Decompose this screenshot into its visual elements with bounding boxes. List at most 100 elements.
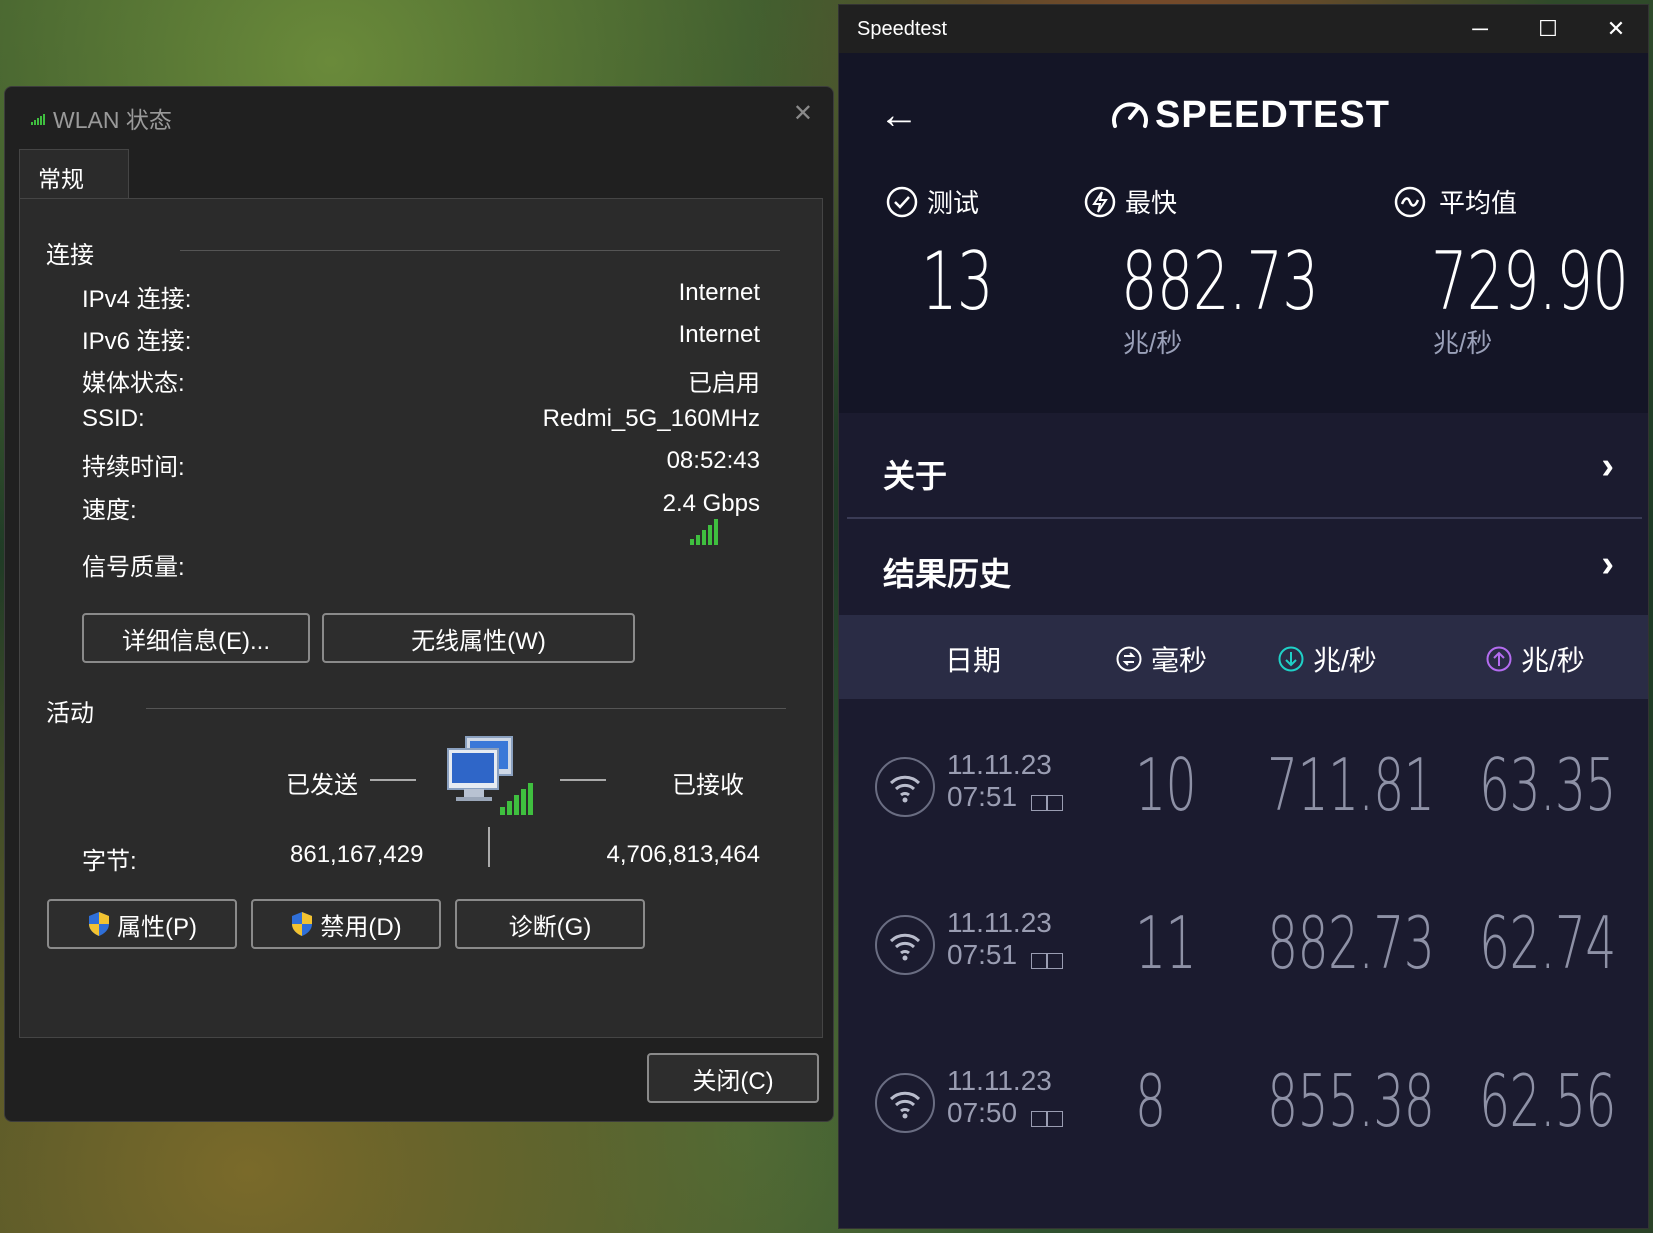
media-state-value: 已启用 xyxy=(688,370,760,397)
wifi-icon xyxy=(875,1073,935,1133)
missing-glyph-box xyxy=(1047,795,1063,811)
received-line xyxy=(560,779,606,781)
uac-shield-icon xyxy=(292,912,313,936)
history-time: 07:51 xyxy=(947,781,1018,812)
missing-glyph-box xyxy=(1031,953,1047,969)
details-button[interactable]: 详细信息(E)... xyxy=(82,613,310,663)
ssid-value: Redmi_5G_160MHz xyxy=(542,405,760,432)
ping-icon xyxy=(1116,646,1142,672)
history-upload: 63.35 xyxy=(1479,743,1616,827)
window-title: Speedtest xyxy=(857,18,948,40)
tab-general[interactable]: 常规 xyxy=(19,149,129,199)
tests-heading: 测试 xyxy=(885,183,979,220)
uac-shield-icon xyxy=(89,912,109,936)
history-row[interactable]: 结果历史 › xyxy=(847,521,1642,617)
disable-button-label: 禁用(D) xyxy=(320,913,402,941)
close-icon[interactable]: ✕ xyxy=(1588,11,1644,47)
history-row-3[interactable]: 11.11.23 07:50 8 855.38 62.56 xyxy=(839,1035,1648,1185)
connection-heading: 连接 xyxy=(46,242,94,269)
bytes-received-value: 4,706,813,464 xyxy=(606,841,760,868)
speed-value: 2.4 Gbps xyxy=(662,490,760,517)
signal-quality-icon xyxy=(690,519,718,545)
bytes-sent-value: 861,167,429 xyxy=(290,841,424,868)
signal-quality-label: 信号质量: xyxy=(82,554,185,581)
speedtest-window: Speedtest ─ ☐ ✕ ← SPEEDTEST 测试 13 最快 882… xyxy=(838,4,1649,1229)
tests-value: 13 xyxy=(921,235,994,328)
sent-label: 已发送 xyxy=(286,772,358,799)
close-button-label: 关闭(C) xyxy=(692,1067,774,1095)
history-download: 855.38 xyxy=(1267,1059,1435,1143)
average-value: 729.90 xyxy=(1431,235,1629,328)
average-heading: 平均值 xyxy=(1393,183,1517,220)
ipv6-label: IPv6 连接: xyxy=(82,328,192,355)
wifi-icon xyxy=(875,757,935,817)
diagnose-button-label: 诊断(G) xyxy=(508,913,592,941)
wlan-titlebar[interactable]: WLAN 状态 ✕ xyxy=(5,87,833,143)
properties-button-label: 属性(P) xyxy=(117,913,197,941)
download-icon xyxy=(1278,646,1304,672)
history-ping: 10 xyxy=(1135,743,1197,827)
duration-label: 持续时间: xyxy=(82,454,185,481)
speedtest-titlebar[interactable]: Speedtest ─ ☐ ✕ xyxy=(839,5,1648,53)
wireless-properties-label: 无线属性(W) xyxy=(411,627,546,655)
minimize-icon[interactable]: ─ xyxy=(1452,11,1508,47)
wave-circle-icon xyxy=(1394,186,1426,217)
col-date: 日期 xyxy=(945,645,1002,676)
history-time: 07:50 xyxy=(947,1097,1018,1128)
back-arrow-icon[interactable]: ← xyxy=(879,93,919,138)
duration-value: 08:52:43 xyxy=(666,447,760,474)
missing-glyph-box xyxy=(1031,1111,1047,1127)
ipv4-value: Internet xyxy=(678,279,760,306)
menu-divider xyxy=(847,517,1642,519)
history-date: 11.11.23 xyxy=(947,749,1052,780)
ipv6-value: Internet xyxy=(678,321,760,348)
diagnose-button[interactable]: 诊断(G) xyxy=(455,899,645,949)
speedtest-header: ← SPEEDTEST 测试 13 最快 882.73 兆/秒 平均值 729.… xyxy=(839,53,1648,413)
history-table-header: 日期 毫秒 兆/秒 兆/秒 xyxy=(839,615,1648,699)
signal-icon xyxy=(31,114,45,125)
maximize-icon[interactable]: ☐ xyxy=(1520,11,1576,47)
disable-button[interactable]: 禁用(D) xyxy=(251,899,441,949)
fastest-unit: 兆/秒 xyxy=(1123,328,1183,358)
chevron-right-icon: › xyxy=(1601,445,1614,487)
about-label: 关于 xyxy=(883,458,948,494)
tests-label: 测试 xyxy=(927,188,980,218)
activity-divider xyxy=(146,708,786,709)
history-date: 11.11.23 xyxy=(947,907,1052,938)
close-icon[interactable]: ✕ xyxy=(793,99,813,128)
col-download-label: 兆/秒 xyxy=(1313,645,1377,676)
fastest-label: 最快 xyxy=(1125,188,1178,218)
received-label: 已接收 xyxy=(672,772,744,799)
col-upload: 兆/秒 xyxy=(1485,639,1585,679)
connection-divider xyxy=(180,250,780,251)
lightning-circle-icon xyxy=(1084,186,1116,217)
gauge-icon xyxy=(1112,102,1148,128)
network-computers-icon xyxy=(447,736,533,815)
tab-general-label: 常规 xyxy=(38,166,84,192)
details-button-label: 详细信息(E)... xyxy=(122,627,270,655)
wireless-properties-button[interactable]: 无线属性(W) xyxy=(322,613,635,663)
close-button[interactable]: 关闭(C) xyxy=(647,1053,819,1103)
average-label: 平均值 xyxy=(1439,188,1518,218)
history-ping: 11 xyxy=(1135,901,1197,985)
ssid-label: SSID: xyxy=(82,405,145,432)
history-ping: 8 xyxy=(1135,1059,1166,1143)
activity-heading: 活动 xyxy=(46,700,94,727)
logo-text: SPEEDTEST xyxy=(1155,93,1390,136)
missing-glyph-box xyxy=(1031,795,1047,811)
history-row-1[interactable]: 11.11.23 07:51 10 711.81 63.35 xyxy=(839,719,1648,869)
average-unit: 兆/秒 xyxy=(1433,328,1493,358)
col-ping: 毫秒 xyxy=(1115,639,1207,679)
wifi-icon xyxy=(875,915,935,975)
speedtest-logo: SPEEDTEST xyxy=(1109,93,1390,137)
chevron-right-icon: › xyxy=(1601,543,1614,585)
history-upload: 62.56 xyxy=(1479,1059,1616,1143)
history-row-2[interactable]: 11.11.23 07:51 11 882.73 62.74 xyxy=(839,877,1648,1027)
history-date: 11.11.23 xyxy=(947,1065,1052,1096)
missing-glyph-box xyxy=(1047,1111,1063,1127)
speed-label: 速度: xyxy=(82,497,137,524)
properties-button[interactable]: 属性(P) xyxy=(47,899,237,949)
bytes-separator xyxy=(488,827,490,867)
about-row[interactable]: 关于 › xyxy=(847,423,1642,519)
media-state-label: 媒体状态: xyxy=(82,370,185,397)
